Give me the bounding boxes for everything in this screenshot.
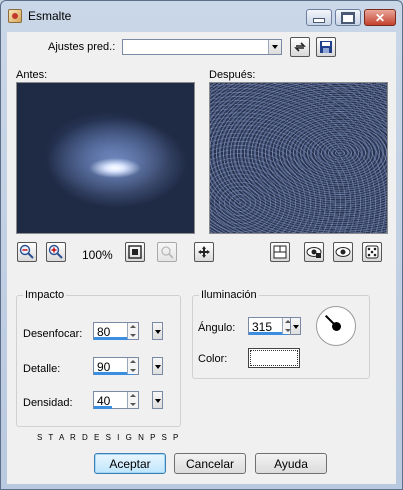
proof-icon bbox=[161, 246, 174, 259]
ok-button[interactable]: Aceptar bbox=[94, 453, 166, 474]
zoom-out-button[interactable] bbox=[17, 242, 37, 262]
title-bar[interactable]: Esmalte ✕ bbox=[1, 1, 402, 31]
detail-label: Detalle: bbox=[23, 363, 61, 375]
blur-label: Desenfocar: bbox=[23, 328, 83, 340]
detail-spinner[interactable]: 90 bbox=[93, 357, 139, 375]
cancel-button[interactable]: Cancelar bbox=[174, 453, 246, 474]
density-level-bar bbox=[94, 406, 112, 409]
save-preset-icon bbox=[320, 41, 332, 53]
presets-label: Ajustes pred.: bbox=[48, 41, 116, 53]
preview-layout-icon bbox=[273, 245, 287, 259]
pan-button[interactable] bbox=[194, 242, 214, 262]
chevron-down-icon[interactable] bbox=[268, 40, 281, 54]
minimize-icon bbox=[307, 10, 331, 25]
blur-dropdown-button[interactable] bbox=[152, 322, 163, 340]
angle-dial-hub bbox=[332, 322, 341, 331]
density-dropdown-button[interactable] bbox=[152, 391, 163, 409]
maximize-button[interactable] bbox=[335, 9, 361, 26]
blur-spinner[interactable]: 80 bbox=[93, 322, 139, 340]
after-label: Después: bbox=[209, 69, 256, 81]
after-preview[interactable] bbox=[209, 82, 388, 234]
blur-level-bar bbox=[94, 337, 130, 340]
effect-dialog-window: Esmalte ✕ Ajustes pred.: Antes: Después:… bbox=[0, 0, 403, 490]
show-proof-button[interactable] bbox=[333, 242, 353, 262]
angle-dropdown-button[interactable] bbox=[290, 317, 301, 335]
zoom-in-icon bbox=[48, 244, 63, 259]
watermark-text: S T A R D E S I G N P S P bbox=[37, 433, 181, 442]
save-preset-button[interactable] bbox=[316, 37, 336, 57]
before-label: Antes: bbox=[16, 69, 48, 81]
impacto-title: Impacto bbox=[23, 289, 67, 301]
angle-spinner[interactable]: 315 bbox=[248, 317, 294, 335]
app-icon bbox=[8, 9, 22, 23]
window-title: Esmalte bbox=[28, 9, 72, 23]
light-color-swatch[interactable] bbox=[248, 348, 300, 368]
color-label: Color: bbox=[198, 353, 228, 365]
angle-label: Ángulo: bbox=[198, 322, 236, 334]
reset-button[interactable] bbox=[290, 37, 310, 57]
density-label: Densidad: bbox=[23, 397, 73, 409]
dialog-client-area: Ajustes pred.: Antes: Después: 100% Impa… bbox=[7, 32, 396, 484]
close-icon: ✕ bbox=[374, 10, 386, 25]
zoom-in-button[interactable] bbox=[46, 242, 66, 262]
before-preview[interactable] bbox=[16, 82, 195, 234]
reset-icon bbox=[294, 42, 306, 52]
help-button[interactable]: Ayuda bbox=[255, 453, 327, 474]
auto-proof-icon bbox=[306, 247, 322, 258]
density-updown-arrows[interactable] bbox=[127, 392, 138, 408]
blur-updown-arrows[interactable] bbox=[127, 323, 138, 339]
zoom-level: 100% bbox=[82, 248, 113, 262]
presets-combo[interactable] bbox=[122, 39, 282, 55]
close-button[interactable]: ✕ bbox=[364, 9, 396, 26]
randomize-icon bbox=[365, 245, 379, 259]
maximize-icon bbox=[336, 10, 360, 25]
auto-proof-button[interactable] bbox=[304, 242, 324, 262]
proof-button[interactable] bbox=[157, 242, 177, 262]
fit-window-icon bbox=[128, 245, 142, 259]
detail-dropdown-button[interactable] bbox=[152, 357, 163, 375]
randomize-button[interactable] bbox=[362, 242, 382, 262]
angle-dial[interactable] bbox=[316, 306, 356, 346]
preview-layout-button[interactable] bbox=[270, 242, 290, 262]
iluminacion-title: Iluminación bbox=[199, 289, 259, 301]
detail-updown-arrows[interactable] bbox=[127, 358, 138, 374]
density-spinner[interactable]: 40 bbox=[93, 391, 139, 409]
minimize-button[interactable] bbox=[306, 9, 332, 26]
fit-window-button[interactable] bbox=[125, 242, 145, 262]
zoom-out-icon bbox=[19, 244, 34, 259]
show-proof-icon bbox=[335, 247, 351, 257]
pan-icon bbox=[198, 246, 210, 258]
